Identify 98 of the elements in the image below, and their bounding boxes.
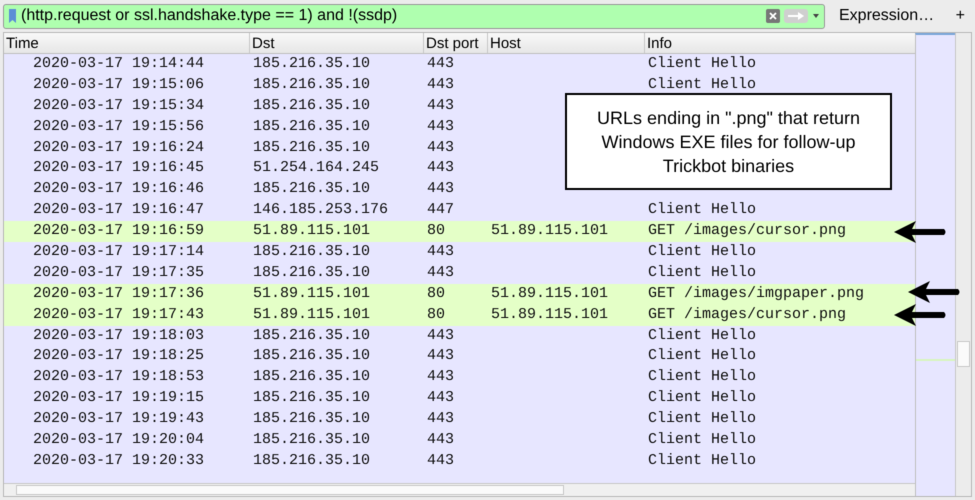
table-cell: 443 <box>427 452 454 469</box>
dropdown-caret-icon[interactable] <box>812 13 820 19</box>
column-header[interactable]: Dst port <box>424 33 488 53</box>
table-cell: Client Hello <box>648 55 756 72</box>
add-filter-button[interactable]: + <box>956 4 965 28</box>
table-cell: 443 <box>427 76 454 93</box>
table-cell: 185.216.35.10 <box>253 452 370 469</box>
table-cell: Client Hello <box>648 431 756 448</box>
table-cell: 2020-03-17 19:14:44 <box>33 55 204 72</box>
table-cell: 2020-03-17 19:15:06 <box>33 76 204 93</box>
column-header[interactable]: Time <box>4 33 250 53</box>
table-cell: 185.216.35.10 <box>253 347 370 364</box>
table-cell: 2020-03-17 19:16:24 <box>33 138 204 156</box>
table-cell: 51.89.115.101 <box>491 284 608 302</box>
table-cell: 443 <box>427 138 454 156</box>
table-cell: Client Hello <box>648 201 756 218</box>
table-cell: Client Hello <box>648 243 756 260</box>
table-cell: 185.216.35.10 <box>253 264 370 281</box>
table-cell: Client Hello <box>648 76 756 93</box>
bookmark-icon <box>8 8 17 24</box>
table-cell: 447 <box>427 201 454 218</box>
table-cell: 2020-03-17 19:16:47 <box>33 201 204 218</box>
table-cell: 185.216.35.10 <box>253 410 370 428</box>
table-cell: 443 <box>427 96 454 114</box>
table-cell: 2020-03-17 19:17:43 <box>33 306 204 323</box>
packet-row[interactable]: 2020-03-17 19:17:36 51.89.115.101 80 51.89.115.101 GET /images/imgpaper.png <box>4 284 916 305</box>
packet-row[interactable]: 2020-03-17 19:17:43 51.89.115.101 80 51.89.115.101 GET /images/cursor.png <box>4 304 916 326</box>
table-cell: 2020-03-17 19:20:33 <box>33 452 204 469</box>
table-cell: 443 <box>427 159 454 176</box>
table-cell: 443 <box>427 389 454 406</box>
table-cell: 51.254.164.245 <box>253 159 380 176</box>
table-cell: 185.216.35.10 <box>253 55 370 72</box>
arrow-icon <box>892 302 948 328</box>
table-cell: 51.89.115.101 <box>253 306 370 323</box>
callout-note: URLs ending in ".png" that return Windows EXE files for follow-up Trickbot binaries <box>565 93 892 190</box>
vertical-scrollbar[interactable] <box>955 33 971 496</box>
column-header[interactable]: Dst <box>250 33 424 53</box>
table-cell: 443 <box>427 410 454 428</box>
table-cell: 51.89.115.101 <box>253 284 370 302</box>
table-cell: 2020-03-17 19:18:53 <box>33 368 204 386</box>
table-cell: 80 <box>427 222 446 240</box>
table-cell: GET /images/cursor.png <box>648 222 846 240</box>
table-cell: 443 <box>427 368 454 386</box>
table-cell: 2020-03-17 19:18:25 <box>33 347 204 364</box>
table-cell: 185.216.35.10 <box>253 138 370 156</box>
table-cell: 185.216.35.10 <box>253 431 370 448</box>
table-cell: 185.216.35.10 <box>253 243 370 260</box>
arrow-icon <box>892 219 948 245</box>
table-cell: 80 <box>427 306 446 323</box>
table-cell: 443 <box>427 118 454 135</box>
column-header[interactable]: Host <box>488 33 645 53</box>
expression-button[interactable]: Expression… <box>835 4 938 28</box>
table-cell: 2020-03-17 19:17:35 <box>33 264 204 281</box>
table-cell: Client Hello <box>648 410 756 428</box>
table-cell: Client Hello <box>648 347 756 364</box>
table-cell: Client Hello <box>648 452 756 469</box>
table-cell: 2020-03-17 19:15:34 <box>33 96 204 114</box>
table-cell: 2020-03-17 19:16:46 <box>33 180 204 198</box>
scrollbar-thumb[interactable] <box>957 341 970 367</box>
table-cell: 51.89.115.101 <box>253 222 370 240</box>
table-cell: 443 <box>427 347 454 364</box>
horizontal-scrollbar[interactable] <box>4 483 916 496</box>
packet-row[interactable]: 2020-03-17 19:16:59 51.89.115.101 80 51.89.115.101 GET /images/cursor.png <box>4 221 916 242</box>
table-cell: 443 <box>427 243 454 260</box>
table-cell: 443 <box>427 326 454 344</box>
table-cell: 2020-03-17 19:16:45 <box>33 159 204 176</box>
table-cell: 2020-03-17 19:18:03 <box>33 326 204 344</box>
table-cell: 443 <box>427 431 454 448</box>
table-cell: Client Hello <box>648 368 756 386</box>
table-cell: 2020-03-17 19:20:04 <box>33 431 204 448</box>
table-cell: 2020-03-17 19:17:14 <box>33 243 204 260</box>
table-cell: 51.89.115.101 <box>491 222 608 240</box>
table-cell: 185.216.35.10 <box>253 118 370 135</box>
table-cell: 443 <box>427 55 454 72</box>
table-cell: Client Hello <box>648 389 756 406</box>
table-cell: Client Hello <box>648 264 756 281</box>
table-cell: 51.89.115.101 <box>491 306 608 323</box>
table-cell: 80 <box>427 284 446 302</box>
table-cell: 146.185.253.176 <box>253 201 388 218</box>
table-cell: Client Hello <box>648 326 756 344</box>
clear-icon[interactable] <box>766 9 780 23</box>
table-cell: 2020-03-17 19:19:15 <box>33 389 204 406</box>
table-cell: 185.216.35.10 <box>253 96 370 114</box>
table-cell: 185.216.35.10 <box>253 76 370 93</box>
table-cell: GET /images/imgpaper.png <box>648 284 864 302</box>
table-cell: 443 <box>427 180 454 198</box>
table-cell: 2020-03-17 19:19:43 <box>33 410 204 428</box>
scrollbar-thumb[interactable] <box>16 485 564 495</box>
table-cell: 185.216.35.10 <box>253 389 370 406</box>
table-cell: 2020-03-17 19:15:56 <box>33 118 204 135</box>
table-cell: GET /images/cursor.png <box>648 306 846 323</box>
table-cell: 185.216.35.10 <box>253 326 370 344</box>
table-cell: 185.216.35.10 <box>253 180 370 198</box>
table-cell: 2020-03-17 19:16:59 <box>33 222 204 240</box>
arrow-icon <box>906 279 962 305</box>
table-cell: 2020-03-17 19:17:36 <box>33 284 204 302</box>
table-cell: 185.216.35.10 <box>253 368 370 386</box>
table-cell: 443 <box>427 264 454 281</box>
